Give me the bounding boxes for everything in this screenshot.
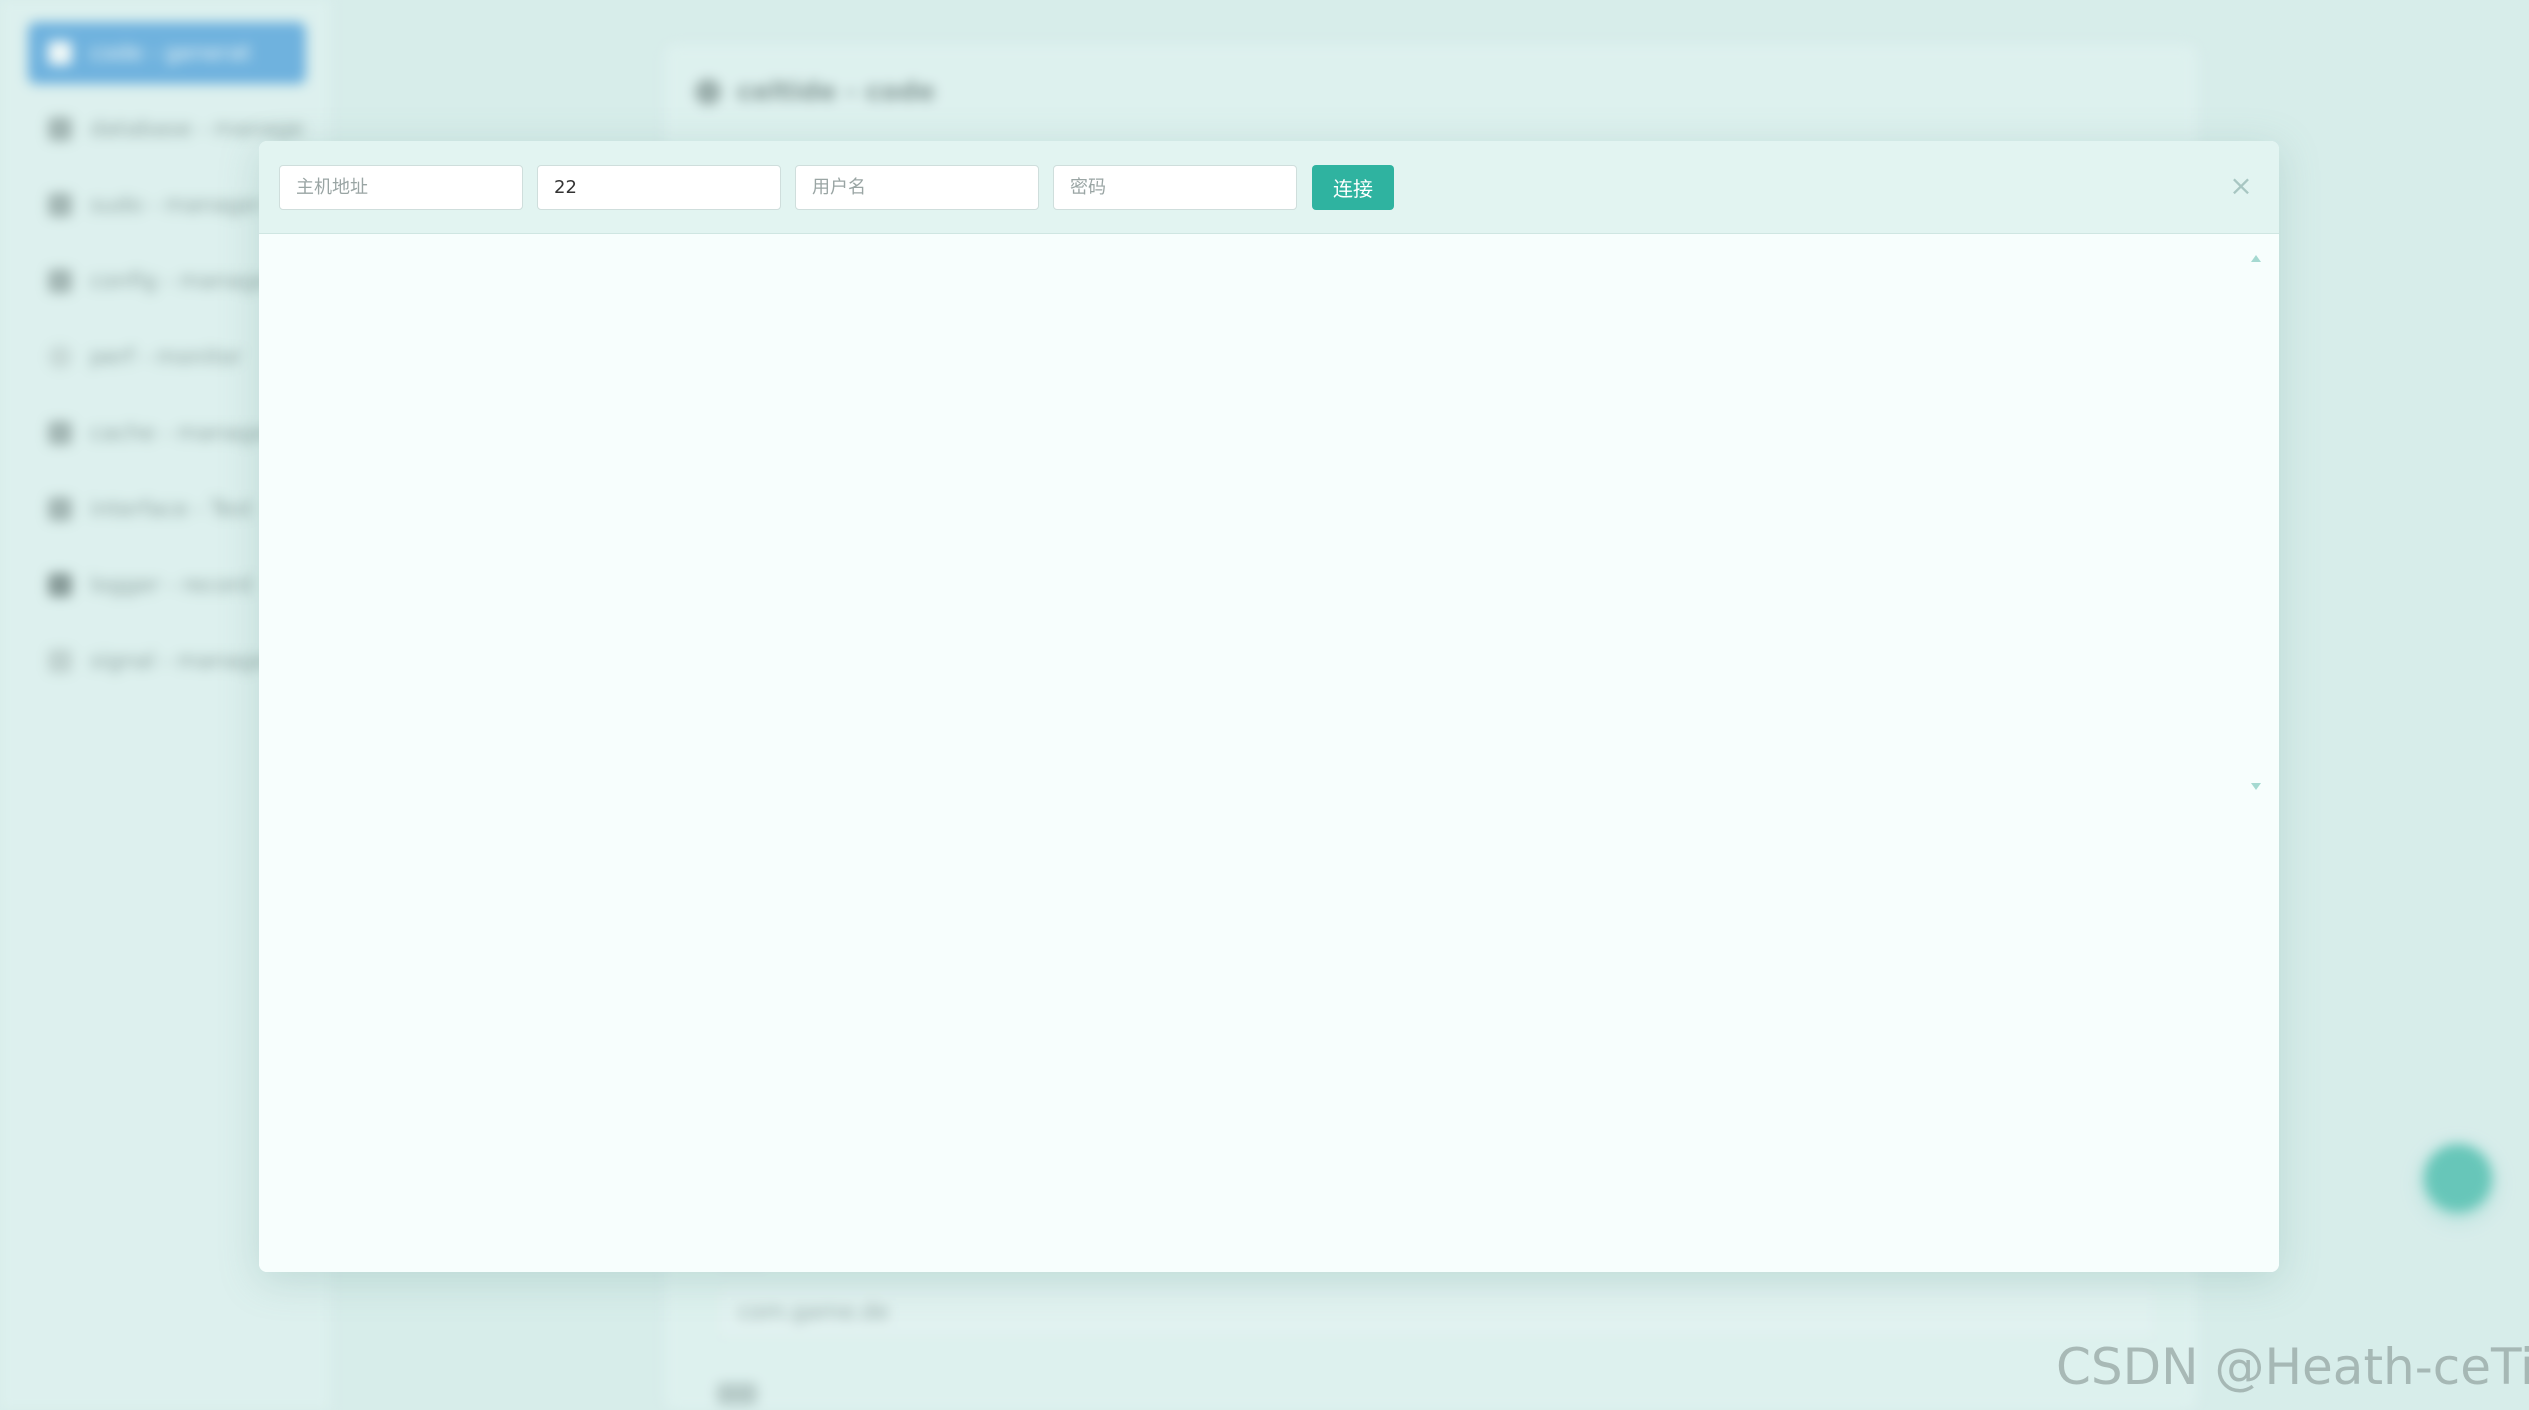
connection-toolbar: 连接 × bbox=[259, 141, 2279, 234]
scroll-up-arrow-icon[interactable] bbox=[2251, 255, 2261, 262]
connect-button[interactable]: 连接 bbox=[1312, 165, 1394, 210]
port-input[interactable] bbox=[537, 165, 781, 210]
ssh-terminal-dialog: 连接 × bbox=[259, 141, 2279, 1272]
scroll-down-arrow-icon[interactable] bbox=[2251, 783, 2261, 790]
username-input[interactable] bbox=[795, 165, 1039, 210]
password-input[interactable] bbox=[1053, 165, 1297, 210]
watermark: CSDN @Heath-ceTide bbox=[2056, 1338, 2529, 1396]
close-icon[interactable]: × bbox=[2225, 169, 2257, 202]
host-input[interactable] bbox=[279, 165, 523, 210]
terminal-area[interactable] bbox=[259, 234, 2279, 1272]
